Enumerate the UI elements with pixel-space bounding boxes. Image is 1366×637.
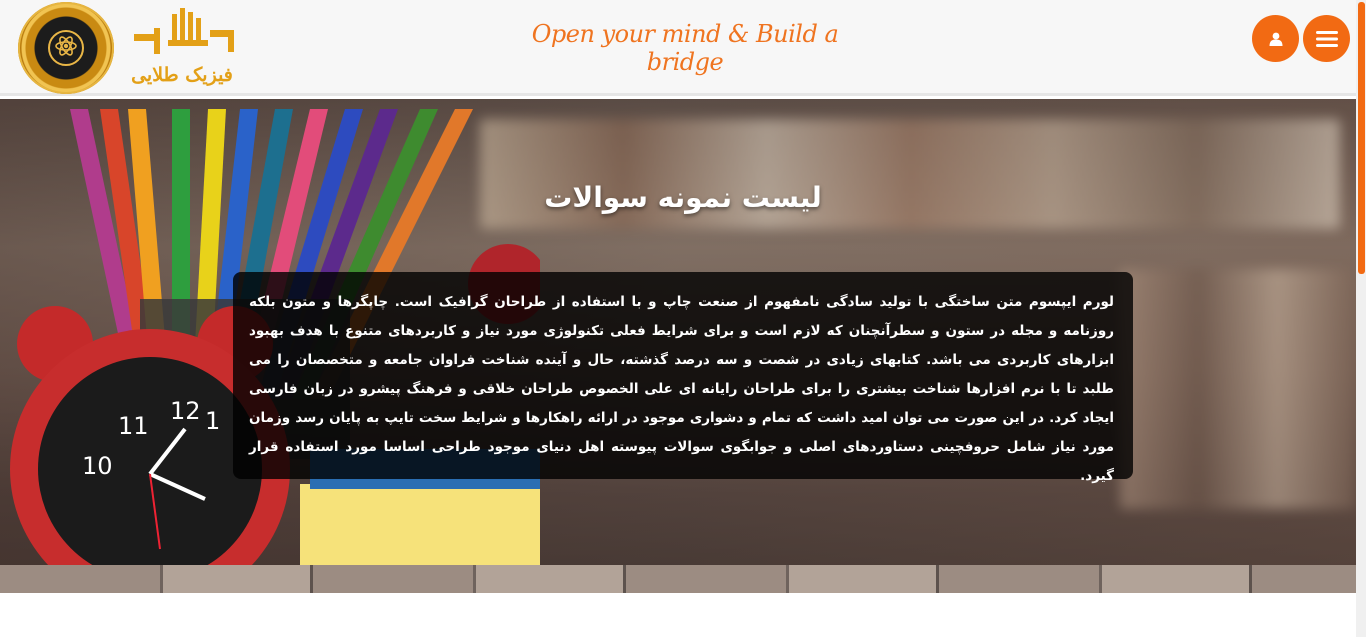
main-menu-button[interactable]	[1303, 15, 1350, 62]
brand-logo[interactable]: فیزیک طلایی	[124, 4, 240, 90]
description-box: لورم ایپسوم متن ساختگی با تولید سادگی نا…	[233, 272, 1133, 484]
hero-banner: 12 11 10 1 لیست نمونه سوالات لورم ایپسوم…	[0, 99, 1356, 593]
scrollbar-thumb[interactable]	[1358, 2, 1365, 274]
brand-bars-icon	[134, 8, 234, 54]
bookshelf-background-lower	[1120, 269, 1356, 509]
description-text: لورم ایپسوم متن ساختگی با تولید سادگی نا…	[249, 294, 1114, 484]
wooden-desk-surface	[0, 565, 1356, 593]
clock-numeral-10: 10	[82, 452, 113, 480]
hamburger-menu-icon	[1315, 30, 1338, 47]
page-title: لیست نمونه سوالات	[544, 181, 822, 214]
site-slogan: Open your mind & Build a bridge	[531, 20, 839, 76]
clock-numeral-12: 12	[170, 397, 201, 425]
brand-name: فیزیک طلایی	[131, 64, 233, 86]
logo-medal[interactable]	[18, 2, 114, 94]
site-header: فیزیک طلایی Open your mind & Build a bri…	[0, 0, 1366, 96]
book-stack-yellow	[300, 484, 540, 569]
clock-numeral-1: 1	[205, 407, 220, 435]
user-account-button[interactable]	[1252, 15, 1299, 62]
atom-head-icon	[48, 30, 84, 66]
user-icon	[1269, 32, 1282, 46]
clock-numeral-11: 11	[118, 412, 149, 440]
